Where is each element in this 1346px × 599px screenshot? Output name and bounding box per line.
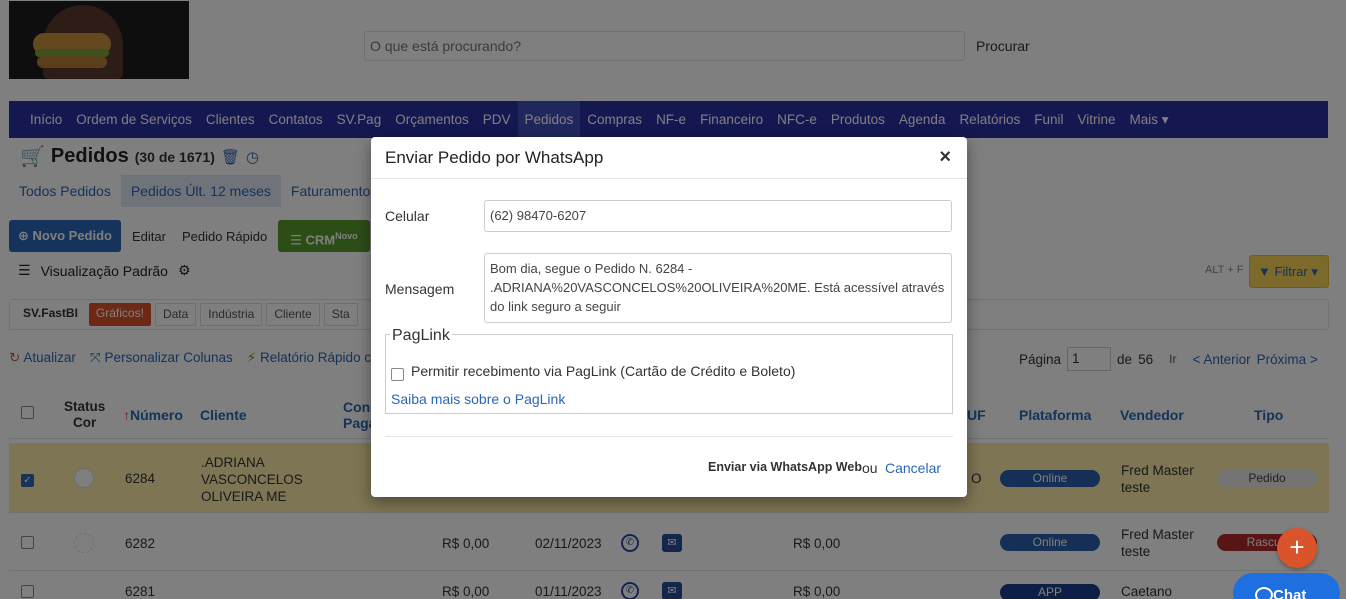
- send-whatsapp-web-button[interactable]: Enviar via WhatsApp Web: [708, 460, 862, 474]
- modal-header: Enviar Pedido por WhatsApp ×: [371, 137, 967, 179]
- mensagem-label: Mensagem: [385, 281, 455, 297]
- phone-input[interactable]: (62) 98470-6207: [484, 200, 952, 232]
- modal-title: Enviar Pedido por WhatsApp: [385, 148, 604, 167]
- paglink-learn-more-link[interactable]: Saiba mais sobre o PagLink: [391, 391, 565, 407]
- chat-button[interactable]: Chat: [1233, 573, 1340, 599]
- close-icon[interactable]: ×: [939, 146, 951, 169]
- chat-bubble-icon: [1255, 587, 1273, 599]
- paglink-legend: PagLink: [390, 327, 452, 345]
- celular-label: Celular: [385, 208, 430, 224]
- paglink-checkbox[interactable]: [391, 368, 404, 381]
- add-fab-button[interactable]: +: [1277, 528, 1317, 568]
- chat-label: Chat: [1273, 587, 1307, 599]
- whatsapp-modal: Enviar Pedido por WhatsApp × Celular (62…: [371, 137, 967, 497]
- modal-divider: [385, 436, 953, 437]
- or-label: ou: [862, 460, 878, 476]
- paglink-checkbox-label[interactable]: Permitir recebimento via PagLink (Cartão…: [411, 363, 795, 379]
- message-textarea[interactable]: Bom dia, segue o Pedido N. 6284 - .ADRIA…: [484, 253, 952, 323]
- cancel-link[interactable]: Cancelar: [885, 460, 941, 476]
